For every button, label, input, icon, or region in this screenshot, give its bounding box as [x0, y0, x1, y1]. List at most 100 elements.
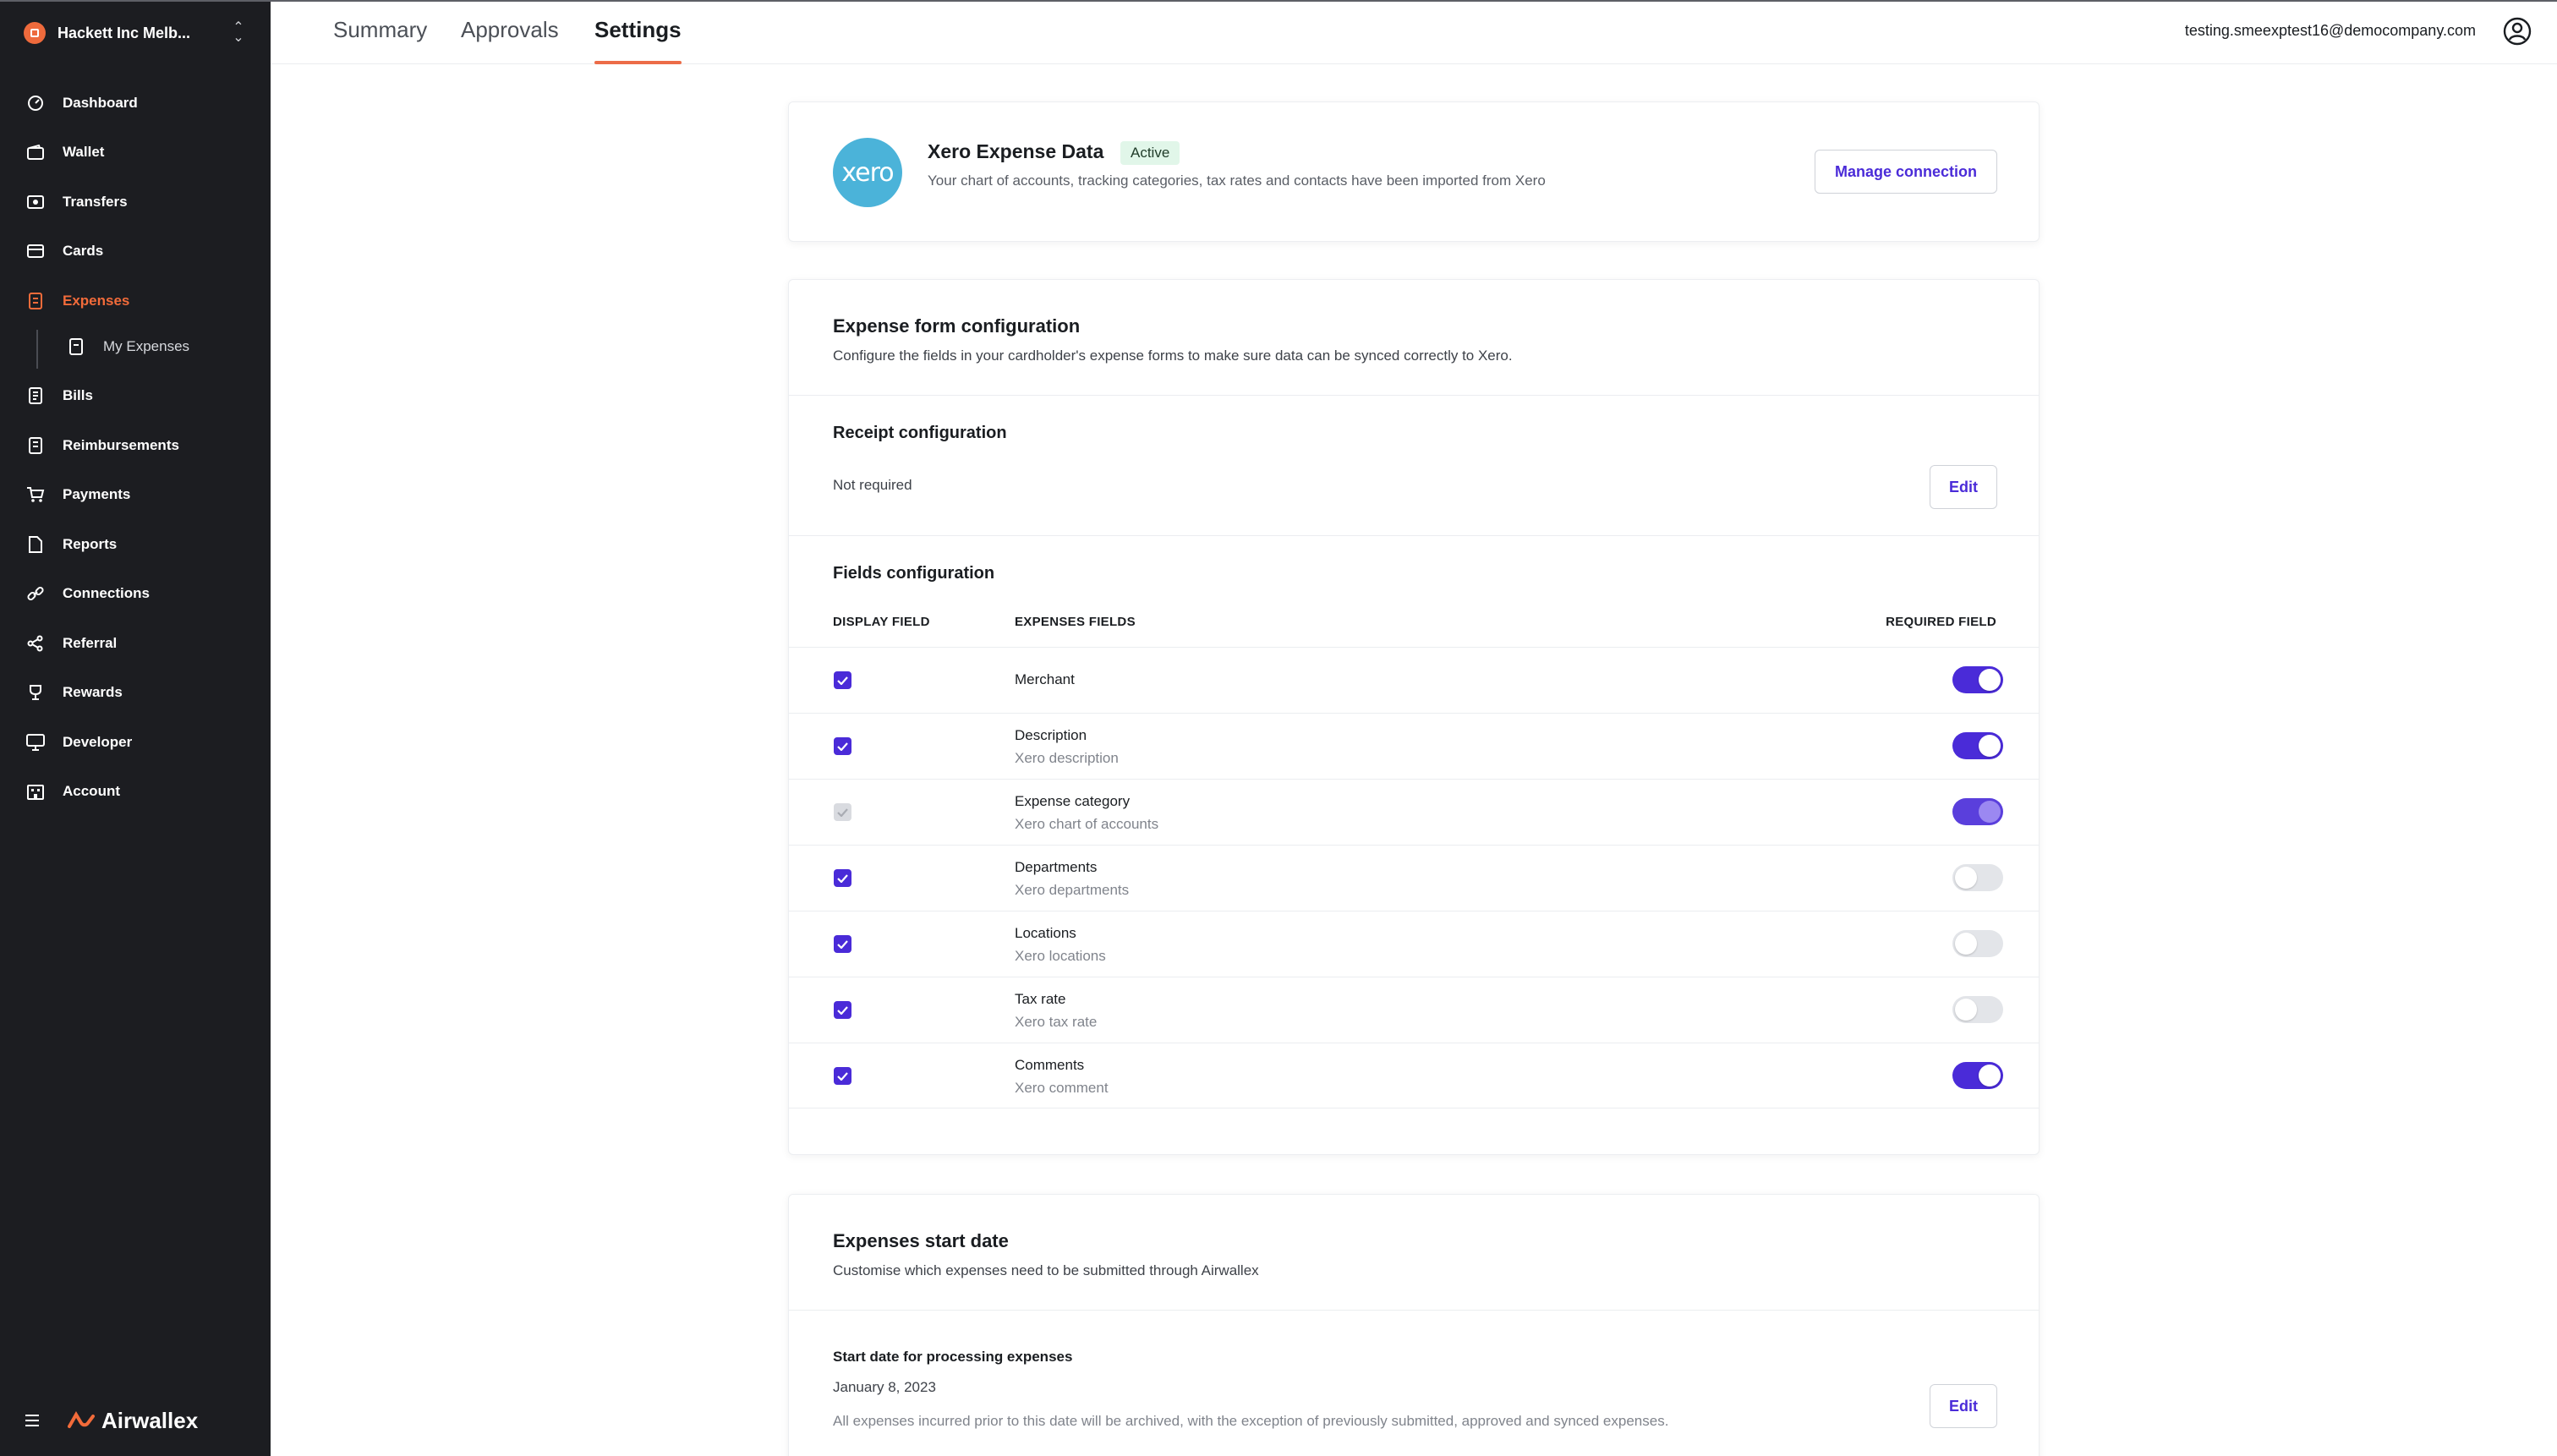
sidebar-footer: Airwallex	[25, 1405, 198, 1436]
org-name: Hackett Inc Melb...	[57, 24, 191, 41]
display-field-checkbox[interactable]	[834, 869, 851, 887]
table-row: Comments Xero comment	[789, 1043, 2039, 1108]
expense-form-title: Expense form configuration	[833, 315, 1081, 337]
airwallex-logo: Airwallex	[68, 1408, 198, 1434]
display-field-checkbox[interactable]	[834, 1001, 851, 1019]
display-field-checkbox[interactable]	[834, 935, 851, 953]
required-field-toggle	[1952, 798, 2003, 825]
sidebar-item-label: Cards	[63, 243, 104, 259]
hamburger-menu-icon[interactable]	[25, 1410, 46, 1431]
check-icon	[837, 1005, 848, 1015]
trophy-icon	[25, 682, 46, 703]
start-date-edit-button[interactable]: Edit	[1930, 1384, 1997, 1428]
sidebar-item-cards[interactable]: Cards	[25, 236, 254, 266]
required-field-toggle[interactable]	[1952, 996, 2003, 1023]
user-profile-icon[interactable]	[2503, 17, 2532, 46]
dashboard-icon	[25, 93, 46, 113]
table-row: Description Xero description	[789, 713, 2039, 779]
xero-connection-card: xero Xero Expense Data Active Your chart…	[788, 101, 2040, 242]
start-date-value: January 8, 2023	[833, 1379, 936, 1395]
sidebar-item-payments[interactable]: Payments	[25, 479, 254, 510]
sidebar-item-transfers[interactable]: Transfers	[25, 187, 254, 217]
org-icon	[24, 22, 46, 44]
sidebar-item-label: Dashboard	[63, 95, 138, 111]
field-source: Xero departments	[1015, 882, 1130, 898]
check-icon	[837, 807, 848, 817]
bill-icon	[25, 386, 46, 406]
expense-form-config-card: Expense form configuration Configure the…	[788, 279, 2040, 1155]
sidebar-item-account[interactable]: Account	[25, 776, 254, 807]
sidebar-item-dashboard[interactable]: Dashboard	[25, 88, 254, 118]
field-name: Locations	[1015, 925, 1076, 941]
reimbursement-icon	[25, 435, 46, 456]
xero-title: Xero Expense Data	[928, 140, 1104, 162]
sidebar-item-connections[interactable]: Connections	[25, 578, 254, 609]
sidebar: Hackett Inc Melb... ⌃ ⌄ Dashboard Wallet …	[0, 0, 271, 1456]
tab-summary[interactable]: Summary	[333, 17, 427, 64]
required-field-toggle[interactable]	[1952, 1062, 2003, 1089]
tab-settings[interactable]: Settings	[594, 17, 682, 64]
field-name: Expense category	[1015, 793, 1131, 809]
xero-description: Your chart of accounts, tracking categor…	[928, 172, 1546, 189]
sidebar-item-label: Reports	[63, 536, 118, 552]
receipt-edit-button[interactable]: Edit	[1930, 465, 1997, 509]
sidebar-item-label: Account	[63, 783, 120, 799]
sidebar-item-label: Rewards	[63, 684, 123, 700]
sidebar-item-label: Reimbursements	[63, 437, 179, 453]
sidebar-item-expenses[interactable]: Expenses	[25, 286, 254, 316]
cart-icon	[25, 484, 46, 505]
display-field-checkbox[interactable]	[834, 1067, 851, 1085]
start-date-title: Expenses start date	[833, 1230, 1009, 1251]
display-field-checkbox[interactable]	[834, 737, 851, 755]
required-field-toggle[interactable]	[1952, 666, 2003, 693]
xero-logo: xero	[833, 138, 902, 207]
org-switcher[interactable]: Hackett Inc Melb... ⌃ ⌄	[24, 19, 247, 47]
column-header-required: REQUIRED FIELD	[1886, 615, 1996, 629]
fields-config-title: Fields configuration	[833, 564, 995, 583]
expenses-start-date-card: Expenses start date Customise which expe…	[788, 1194, 2040, 1456]
sidebar-item-wallet[interactable]: Wallet	[25, 137, 254, 167]
user-email: testing.smeexptest16@democompany.com	[2184, 22, 2476, 39]
sidebar-item-bills[interactable]: Bills	[25, 380, 254, 411]
sidebar-item-label: Expenses	[63, 293, 130, 309]
sidebar-item-referral[interactable]: Referral	[25, 628, 254, 659]
required-field-toggle[interactable]	[1952, 732, 2003, 759]
check-icon	[837, 939, 848, 949]
column-header-display: DISPLAY FIELD	[833, 615, 930, 629]
sidebar-item-developer[interactable]: Developer	[25, 727, 254, 758]
table-row: Merchant	[789, 647, 2039, 713]
link-icon	[25, 583, 46, 604]
table-row: Departments Xero departments	[789, 845, 2039, 911]
sidebar-item-label: Connections	[63, 585, 150, 601]
display-field-checkbox[interactable]	[834, 671, 851, 689]
toggle-knob	[1979, 669, 2001, 691]
sidebar-item-label: Wallet	[63, 144, 105, 160]
receipt-config-value: Not required	[833, 477, 912, 493]
toggle-knob	[1979, 735, 2001, 757]
start-date-note: All expenses incurred prior to this date…	[833, 1413, 1669, 1429]
wallet-icon	[25, 142, 46, 162]
field-name: Departments	[1015, 859, 1098, 875]
required-field-toggle[interactable]	[1952, 864, 2003, 891]
sidebar-item-my-expenses[interactable]: My Expenses	[66, 331, 294, 362]
sidebar-item-label: Developer	[63, 734, 133, 750]
building-icon	[25, 781, 46, 802]
check-icon	[837, 676, 848, 685]
expenses-icon	[25, 291, 46, 311]
sidebar-item-label: Referral	[63, 635, 118, 651]
status-badge: Active	[1120, 141, 1180, 165]
manage-connection-button[interactable]: Manage connection	[1815, 150, 1997, 194]
sidebar-item-label: Bills	[63, 387, 93, 403]
sidebar-item-reports[interactable]: Reports	[25, 529, 254, 560]
sidebar-item-reimbursements[interactable]: Reimbursements	[25, 430, 254, 461]
settings-main: xero Xero Expense Data Active Your chart…	[271, 65, 2557, 1456]
nav-sub-divider	[36, 330, 38, 369]
top-bar: Summary Approvals Settings testing.smeex…	[271, 0, 2557, 64]
required-field-toggle[interactable]	[1952, 930, 2003, 957]
field-name: Comments	[1015, 1057, 1085, 1073]
field-source: Xero chart of accounts	[1015, 816, 1159, 832]
display-field-checkbox	[834, 803, 851, 821]
check-icon	[837, 742, 848, 751]
sidebar-item-rewards[interactable]: Rewards	[25, 677, 254, 708]
tab-approvals[interactable]: Approvals	[461, 17, 559, 64]
